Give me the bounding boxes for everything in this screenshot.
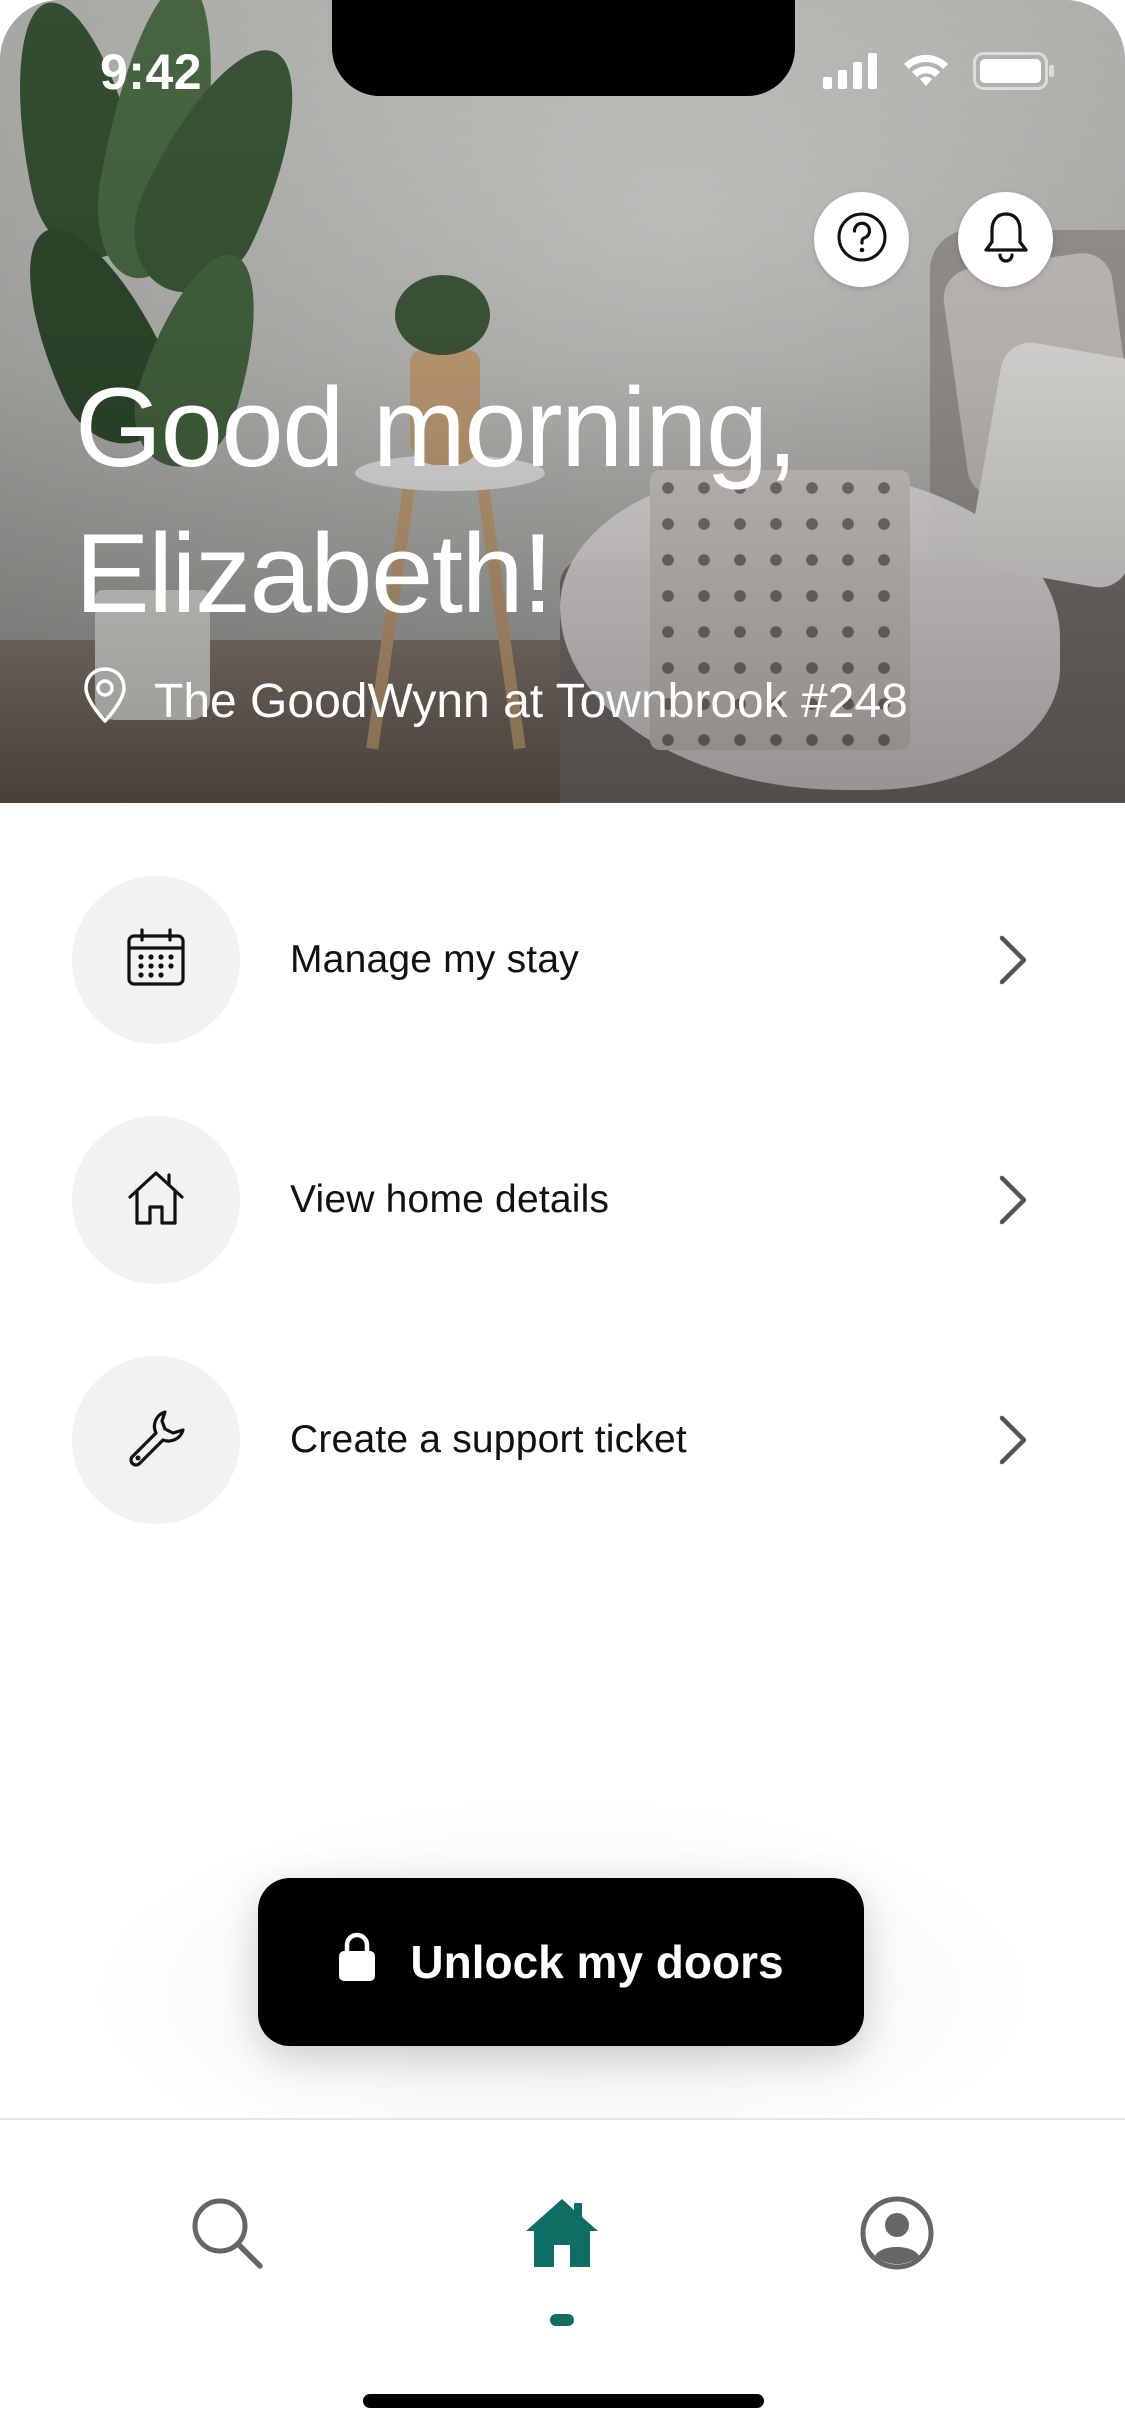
property-location: The GoodWynn at Townbrook #248	[82, 665, 908, 737]
lock-icon	[338, 1932, 376, 1993]
tab-profile[interactable]	[852, 2190, 942, 2280]
chevron-right-icon	[993, 932, 1033, 988]
wifi-icon	[901, 53, 951, 94]
greeting-line-2: Elizabeth!	[75, 511, 553, 636]
menu-item-manage-stay[interactable]: Manage my stay	[0, 875, 1125, 1045]
greeting-line-1: Good morning,	[75, 365, 798, 490]
greeting-heading: Good morning, Elizabeth!	[75, 355, 1075, 647]
menu-item-label: View home details	[290, 1178, 610, 1221]
house-icon	[125, 1167, 187, 1234]
unlock-doors-button[interactable]: Unlock my doors	[258, 1878, 864, 2046]
status-bar: 9:42	[0, 0, 1125, 140]
cellular-signal-icon	[823, 53, 879, 94]
menu-icon-container	[72, 1116, 240, 1284]
help-button[interactable]	[814, 192, 909, 287]
menu-item-label: Create a support ticket	[290, 1418, 687, 1461]
status-time: 9:42	[100, 44, 203, 100]
battery-icon	[973, 52, 1055, 95]
location-text: The GoodWynn at Townbrook #248	[154, 674, 908, 728]
account-icon	[859, 2195, 935, 2276]
calendar-icon	[125, 927, 187, 994]
home-icon	[524, 2197, 600, 2274]
tab-bar	[0, 2118, 1125, 2436]
chevron-right-icon	[993, 1412, 1033, 1468]
notifications-button[interactable]	[958, 192, 1053, 287]
tab-search[interactable]	[182, 2190, 272, 2280]
active-tab-indicator	[550, 2314, 574, 2326]
unlock-label: Unlock my doors	[410, 1936, 784, 1988]
menu-icon-container	[72, 1356, 240, 1524]
home-indicator-bar	[363, 2394, 764, 2408]
menu-icon-container	[72, 876, 240, 1044]
menu-item-support-ticket[interactable]: Create a support ticket	[0, 1355, 1125, 1525]
tab-home[interactable]	[517, 2190, 607, 2280]
menu-item-label: Manage my stay	[290, 938, 579, 981]
menu-item-home-details[interactable]: View home details	[0, 1115, 1125, 1285]
bell-icon	[981, 210, 1031, 269]
question-circle-icon	[836, 211, 888, 268]
device-notch	[332, 0, 795, 96]
chevron-right-icon	[993, 1172, 1033, 1228]
location-pin-icon	[82, 665, 128, 737]
search-icon	[189, 2195, 265, 2276]
wrench-icon	[125, 1407, 187, 1474]
